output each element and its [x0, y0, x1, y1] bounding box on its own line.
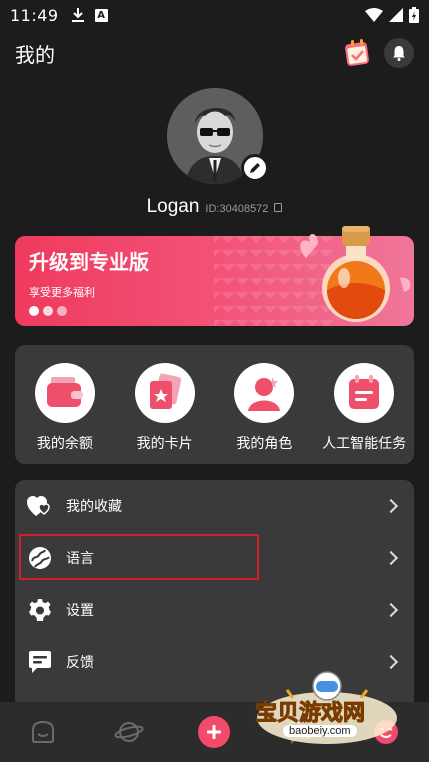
chevron-right-icon — [383, 654, 399, 670]
watermark-text: 宝贝游戏网 — [254, 701, 366, 727]
quick-action-ai-task[interactable]: 人工智能任务 — [314, 363, 414, 453]
battery-icon — [409, 7, 419, 23]
copy-icon[interactable] — [274, 203, 283, 212]
character-icon — [234, 363, 295, 423]
quick-action-label: 我的角色 — [236, 436, 293, 452]
signal-icon — [389, 8, 403, 22]
page-header: 我的 — [0, 30, 429, 76]
pro-banner-subtitle: 享受更多福利 — [29, 286, 95, 299]
pro-banner-arrows — [29, 306, 67, 316]
download-icon — [71, 8, 84, 22]
feedback-icon — [27, 649, 53, 675]
pen-icon — [249, 163, 260, 173]
potion-bottle-icon — [300, 226, 411, 322]
app-notification-icon: A — [94, 8, 108, 22]
status-bar: 11:49 A — [0, 0, 429, 30]
planet-icon — [114, 722, 144, 742]
quick-action-cards[interactable]: 我的卡片 — [115, 363, 215, 453]
quick-action-label: 我的余额 — [36, 436, 93, 452]
user-id: ID:30408572 — [205, 203, 269, 215]
quick-action-label: 人工智能任务 — [322, 436, 407, 452]
wallet-icon — [34, 363, 95, 423]
status-time: 11:49 — [10, 5, 59, 25]
calendar-checkin-icon[interactable] — [344, 38, 372, 68]
pro-banner-title: 升级到专业版 — [29, 250, 149, 274]
chevron-right-icon — [383, 498, 399, 514]
menu-item-label: 我的收藏 — [66, 499, 122, 515]
profile-section: Logan ID:30408572 — [0, 88, 429, 218]
chevron-right-icon — [383, 602, 399, 618]
chevron-right-icon — [383, 550, 399, 566]
quick-action-character[interactable]: 我的角色 — [215, 363, 315, 453]
menu-item-label: 设置 — [66, 603, 94, 619]
avatar-wrapper — [166, 88, 269, 184]
menu-item-label: 反馈 — [66, 655, 94, 671]
wifi-icon — [365, 8, 383, 22]
nav-home[interactable] — [27, 716, 59, 748]
menu-item-settings[interactable]: 设置 — [15, 584, 414, 636]
quick-action-label: 我的卡片 — [136, 436, 193, 452]
plus-icon — [207, 725, 222, 739]
home-icon — [31, 720, 54, 743]
page-title: 我的 — [15, 42, 55, 67]
notifications-button[interactable] — [384, 38, 414, 68]
calendar-task-icon — [334, 363, 395, 423]
menu-item-favorites[interactable]: 我的收藏 — [15, 480, 414, 532]
watermark-url: baobeiy.com — [283, 725, 357, 737]
cards-icon — [134, 363, 195, 423]
nav-create-button[interactable] — [198, 716, 231, 748]
language-highlight-box — [19, 534, 259, 580]
hearts-icon — [27, 493, 53, 519]
quick-action-balance[interactable]: 我的余额 — [15, 363, 115, 453]
edit-avatar-button[interactable] — [240, 154, 269, 182]
name-row: Logan ID:30408572 — [0, 196, 429, 218]
nav-explore[interactable] — [113, 716, 145, 748]
gear-icon — [27, 597, 53, 623]
username: Logan — [146, 196, 200, 217]
bell-icon — [393, 46, 405, 61]
quick-actions-card: 我的余额 我的卡片 我的角色 人工智能任务 — [15, 345, 414, 464]
